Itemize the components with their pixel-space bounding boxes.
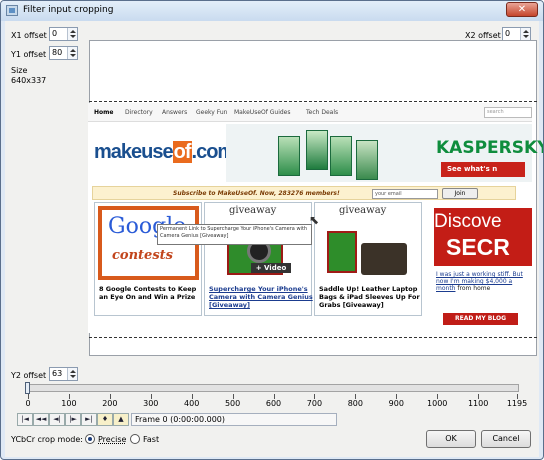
site-nav: Home Directory Answers Geeky Fun MakeUse… xyxy=(88,103,532,122)
subscribe-bar: Subscribe to MakeUseOf. Now, 283276 memb… xyxy=(92,186,516,200)
kaspersky-ad: KASPERSKY See what's n xyxy=(226,124,543,182)
slider-tick-label: 300 xyxy=(143,399,159,408)
post-card-camera: giveaway + Video Supercharge Your iPhone… xyxy=(204,202,313,316)
fast-radio[interactable] xyxy=(130,434,140,444)
window-title: Filter input cropping xyxy=(23,5,114,15)
nav-home: Home xyxy=(94,109,114,116)
previous-key-button[interactable]: ◄| xyxy=(49,413,65,426)
discover-ad: Discove SECR I was just a working stiff.… xyxy=(431,206,532,328)
secret-word: SECR xyxy=(446,234,510,260)
ok-button[interactable]: OK xyxy=(426,430,476,448)
slider-tick-label: 0 xyxy=(25,399,31,408)
card-bags-title: Saddle Up! Leather Laptop Bags & iPad Sl… xyxy=(319,285,420,309)
ad-cta: See what's n xyxy=(441,162,525,177)
app-icon xyxy=(6,5,18,16)
read-my-blog-button: READ MY BLOG xyxy=(443,313,518,325)
next-key-button[interactable]: |► xyxy=(65,413,81,426)
crop-top-line[interactable] xyxy=(89,101,537,102)
slider-tick-label: 200 xyxy=(102,399,118,408)
crop-mode-label: YCbCr crop mode: xyxy=(11,435,83,444)
spin-arrows-icon[interactable] xyxy=(67,28,77,40)
size-value: 640x337 xyxy=(11,76,47,85)
subscribe-email-field: your email xyxy=(372,189,438,199)
site-search-input: search xyxy=(484,107,532,118)
size-label: Size xyxy=(11,66,28,75)
slider-tick-label: 400 xyxy=(184,399,200,408)
slider-tick-label: 1195 xyxy=(506,399,528,408)
frame-slider-thumb[interactable] xyxy=(25,382,30,394)
crop-bottom-line[interactable] xyxy=(89,337,537,338)
x2-offset-value: 0 xyxy=(505,29,511,38)
close-button[interactable]: ✕ xyxy=(506,2,538,17)
logo-part-a: makeuse xyxy=(94,141,174,163)
post-card-bags: giveaway Saddle Up! Leather Laptop Bags … xyxy=(314,202,422,316)
slider-tick-label: 500 xyxy=(224,399,241,408)
frame-position-field: Frame 0 (0:00:00.000) xyxy=(131,413,337,426)
mark-out-button[interactable]: ▲ xyxy=(113,413,129,426)
go-to-end-button[interactable]: ►| xyxy=(81,413,97,426)
slider-tick-label: 600 xyxy=(265,399,282,408)
discover-word: Discove xyxy=(434,211,502,232)
join-button: Join xyxy=(442,188,478,199)
product-box-icon xyxy=(330,136,352,176)
gift-box-icon xyxy=(327,231,357,273)
link-tooltip: Permanent Link to Supercharge Your iPhon… xyxy=(157,224,312,245)
slider-tick-label: 800 xyxy=(347,399,363,408)
nav-answers: Answers xyxy=(162,109,188,116)
product-box-icon xyxy=(278,136,300,176)
slider-tick-label: 1000 xyxy=(427,399,448,408)
spin-arrows-icon[interactable] xyxy=(67,368,77,380)
card-camera-title: Supercharge Your iPhone's Camera with Ca… xyxy=(209,285,313,309)
slider-tick-label: 1100 xyxy=(467,399,489,408)
logo-part-b: of xyxy=(172,141,192,163)
discover-text-tail: from home xyxy=(457,285,491,292)
giveaway-heading: giveaway xyxy=(339,205,387,216)
y2-offset-value: 63 xyxy=(52,369,63,378)
spin-arrows-icon[interactable] xyxy=(67,47,77,59)
x2-offset-label: X2 offset xyxy=(465,31,501,40)
giveaway-heading: giveaway xyxy=(229,205,277,216)
spin-arrows-icon[interactable] xyxy=(520,28,530,40)
y1-offset-spinner[interactable]: 80 xyxy=(49,46,78,60)
go-to-start-button[interactable]: |◄ xyxy=(17,413,33,426)
kaspersky-brand: KASPERSKY xyxy=(436,138,544,158)
precise-label[interactable]: Precise xyxy=(98,435,126,444)
card-google-title: 8 Google Contests to Keep an Eye On and … xyxy=(99,285,197,301)
nav-geeky-fun: Geeky Fun xyxy=(196,109,228,116)
nav-directory: Directory xyxy=(125,109,153,116)
y2-offset-label: Y2 offset xyxy=(11,371,47,380)
mark-in-button[interactable]: ♦ xyxy=(97,413,113,426)
mouse-pointer-icon: ⬉ xyxy=(309,213,320,227)
x1-offset-value: 0 xyxy=(52,29,58,38)
slider-tick-label: 100 xyxy=(61,399,77,408)
post-card-google: Google contests 8 Google Contests to Kee… xyxy=(94,202,202,316)
precise-radio[interactable] xyxy=(85,434,95,444)
slider-tick-label: 900 xyxy=(388,399,404,408)
y1-offset-value: 80 xyxy=(52,48,63,57)
discover-banner: Discove SECR xyxy=(434,208,532,266)
x1-offset-label: X1 offset xyxy=(11,31,47,40)
product-box-icon xyxy=(306,130,328,170)
filter-crop-window: Filter input cropping ✕ X1 offset 0 Y1 o… xyxy=(0,0,544,460)
frame-slider-track[interactable] xyxy=(25,384,519,392)
discover-text: I was just a working stiff. But now I'm … xyxy=(436,271,531,292)
y2-offset-spinner[interactable]: 63 xyxy=(49,367,78,381)
laptop-bag-icon xyxy=(361,243,407,275)
title-bar: Filter input cropping ✕ xyxy=(1,1,543,21)
contests-word: contests xyxy=(112,248,173,263)
y1-offset-label: Y1 offset xyxy=(11,50,47,59)
nav-guides: MakeUseOf Guides xyxy=(234,109,291,116)
cancel-button[interactable]: Cancel xyxy=(481,430,531,448)
video-badge: + Video xyxy=(251,263,291,273)
step-backward-button[interactable]: ◄◄ xyxy=(33,413,49,426)
fast-label[interactable]: Fast xyxy=(143,435,159,444)
product-box-icon xyxy=(356,140,378,180)
makeuseof-logo: makeuseof.com xyxy=(94,141,235,164)
x1-offset-spinner[interactable]: 0 xyxy=(49,27,78,41)
slider-tick-label: 700 xyxy=(306,399,323,408)
nav-tech-deals: Tech Deals xyxy=(306,109,339,116)
subscribe-text: Subscribe to MakeUseOf. Now, 283276 memb… xyxy=(173,190,340,197)
x2-offset-spinner[interactable]: 0 xyxy=(502,27,531,41)
